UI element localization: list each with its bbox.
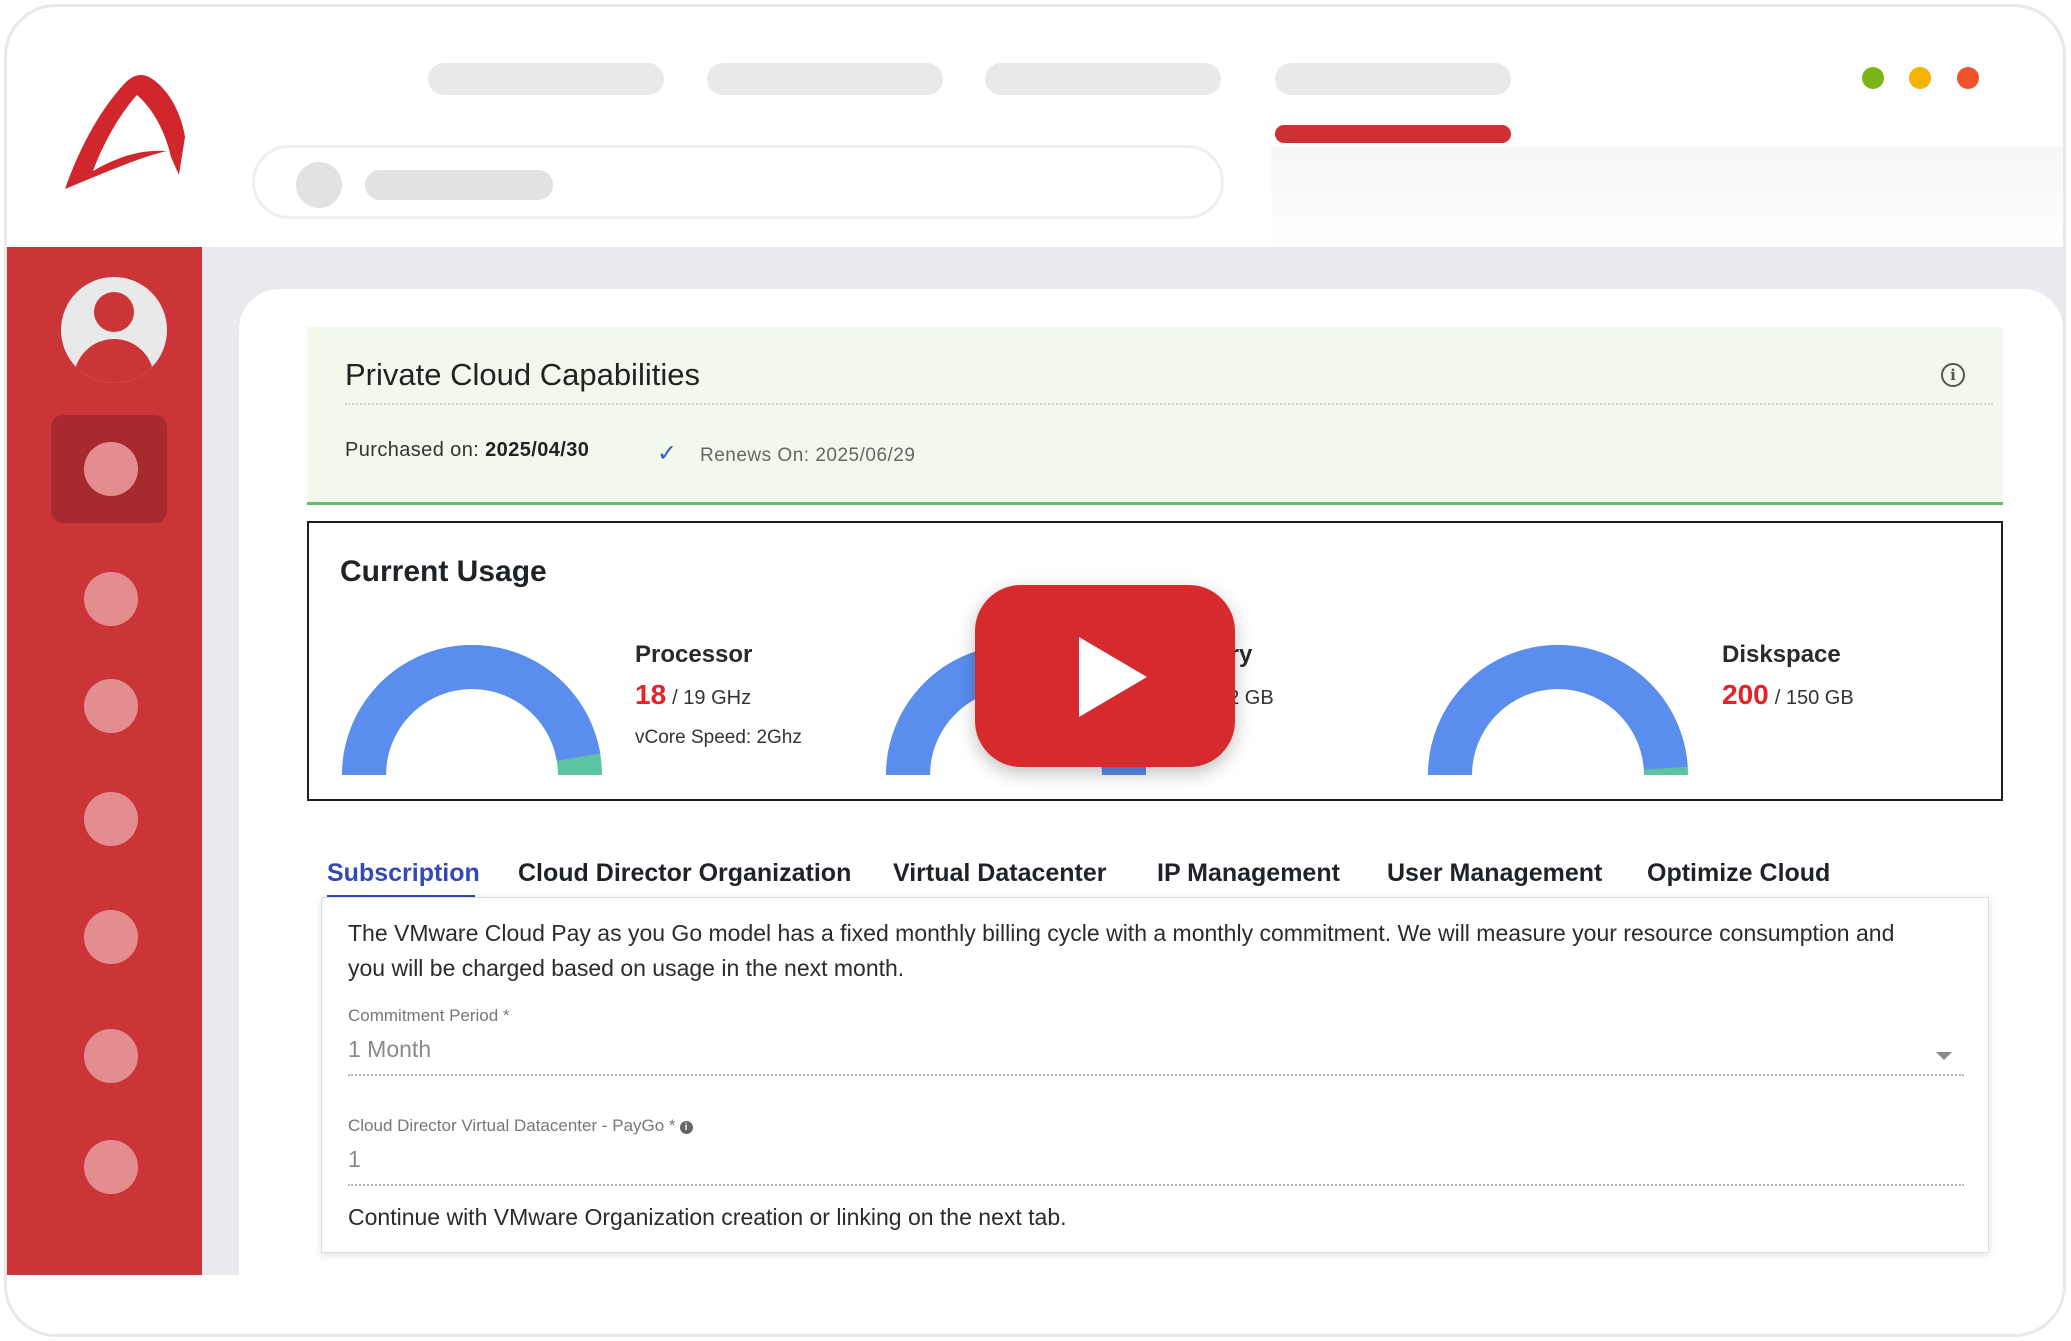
subscription-description: The VMware Cloud Pay as you Go model has…	[348, 920, 1895, 981]
nav-item-4[interactable]	[1275, 63, 1511, 95]
bottom-edge	[7, 1275, 2063, 1334]
brand-logo[interactable]	[57, 65, 187, 195]
processor-value: 18/ 19 GHz	[635, 679, 751, 711]
vdc-paygo-input[interactable]: 1	[348, 1146, 361, 1173]
tab-user-management[interactable]: User Management	[1387, 859, 1602, 888]
tab-optimize-cloud[interactable]: Optimize Cloud	[1647, 859, 1830, 888]
check-icon: ✓	[657, 440, 678, 467]
vcore-speed: vCore Speed: 2Ghz	[635, 727, 802, 748]
processor-gauge-used	[342, 644, 601, 776]
info-icon[interactable]: i	[1941, 363, 1965, 387]
diskspace-max: / 150 GB	[1774, 687, 1854, 709]
tab-virtual-datacenter[interactable]: Virtual Datacenter	[893, 859, 1107, 888]
sidebar-item-3[interactable]	[84, 679, 138, 733]
sidebar-item-4[interactable]	[84, 792, 138, 846]
app-window: Private Cloud Capabilities i Purchased o…	[4, 4, 2066, 1337]
diskspace-gauge-used	[1428, 644, 1688, 776]
tab-cloud-director-organization[interactable]: Cloud Director Organization	[518, 859, 851, 888]
header-shadow	[1271, 147, 2063, 247]
tab-subscription[interactable]: Subscription	[327, 859, 480, 888]
diskspace-used: 200	[1722, 679, 1769, 710]
subscription-panel: The VMware Cloud Pay as you Go model has…	[321, 897, 1989, 1253]
play-icon	[1079, 637, 1147, 717]
nav-item-1[interactable]	[428, 63, 664, 95]
renews-on: Renews On: 2025/06/29	[700, 445, 916, 466]
info-icon[interactable]: i	[679, 1121, 693, 1134]
search-bar[interactable]	[252, 145, 1224, 219]
window-dot-yellow[interactable]	[1909, 67, 1931, 89]
tab-ip-management[interactable]: IP Management	[1157, 859, 1340, 888]
purchased-on: Purchased on: 2025/04/30	[345, 439, 589, 462]
processor-gauge	[342, 644, 602, 776]
sidebar-item-5[interactable]	[84, 910, 138, 964]
page-title: Private Cloud Capabilities	[345, 357, 700, 392]
sidebar-item-7[interactable]	[84, 1140, 138, 1194]
purchased-label: Purchased on:	[345, 439, 480, 461]
commitment-period-select[interactable]: 1 Month	[348, 1036, 431, 1063]
purchased-date: 2025/04/30	[485, 439, 590, 461]
diskspace-gauge	[1428, 644, 1688, 776]
nav-item-3[interactable]	[985, 63, 1221, 95]
commitment-period-underline	[348, 1074, 1964, 1076]
sidebar-item-2[interactable]	[84, 572, 138, 626]
diskspace-label: Diskspace	[1722, 641, 1841, 668]
sidebar	[7, 247, 202, 1277]
nav-item-2[interactable]	[707, 63, 943, 95]
commitment-period-label: Commitment Period *	[348, 1006, 510, 1025]
next-step-note: Continue with VMware Organization creati…	[348, 1204, 1067, 1230]
window-dot-orange[interactable]	[1957, 67, 1979, 89]
usage-title: Current Usage	[340, 555, 547, 588]
search-text-placeholder	[365, 170, 553, 200]
processor-used: 18	[635, 679, 667, 710]
processor-max: / 19 GHz	[672, 687, 752, 709]
user-avatar-icon[interactable]	[61, 277, 167, 383]
vdc-paygo-underline	[348, 1184, 1964, 1186]
video-play-button[interactable]	[975, 585, 1235, 767]
sidebar-item-6[interactable]	[84, 1029, 138, 1083]
vdc-paygo-label-text: Cloud Director Virtual Datacenter - PayG…	[348, 1116, 676, 1135]
divider	[345, 403, 1993, 405]
vdc-paygo-label: Cloud Director Virtual Datacenter - PayG…	[348, 1116, 693, 1136]
nav-active-indicator	[1275, 125, 1511, 143]
chevron-down-icon[interactable]	[1936, 1052, 1952, 1060]
sidebar-item-1[interactable]	[84, 442, 138, 496]
window-dot-green[interactable]	[1862, 67, 1884, 89]
diskspace-value: 200/ 150 GB	[1722, 679, 1854, 711]
capabilities-header: Private Cloud Capabilities i Purchased o…	[307, 327, 2003, 505]
processor-label: Processor	[635, 641, 753, 668]
search-avatar-placeholder	[296, 162, 342, 208]
